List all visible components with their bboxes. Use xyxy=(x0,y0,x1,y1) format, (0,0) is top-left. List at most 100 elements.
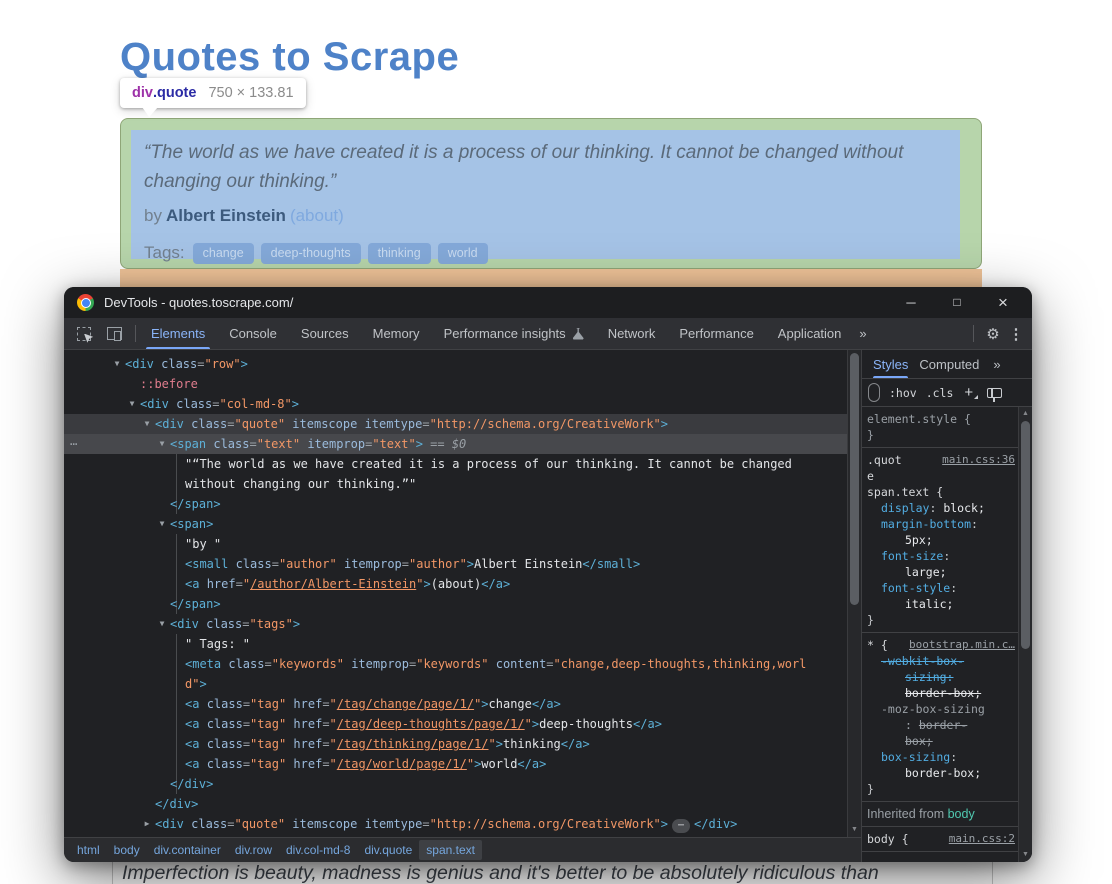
style-line[interactable]: } xyxy=(862,612,1018,628)
dom-tree-row[interactable]: ▼<div class="col-md-8"> xyxy=(64,394,847,414)
devtools-titlebar[interactable]: DevTools - quotes.toscrape.com/ ─ □ × xyxy=(64,287,1032,318)
style-line[interactable]: margin-bottom: xyxy=(862,516,1018,532)
style-line[interactable]: border-box; xyxy=(862,685,1018,701)
style-line[interactable]: e xyxy=(862,468,1018,484)
scroll-up-icon[interactable]: ▲ xyxy=(1019,409,1032,419)
toggle-element-state-button[interactable]: :hov xyxy=(889,386,917,400)
tag-pill-thinking[interactable]: thinking xyxy=(368,243,431,264)
style-line[interactable]: display: block; xyxy=(862,500,1018,516)
dom-tree-row[interactable]: ▼<div class="tags"> xyxy=(64,614,847,634)
sidebar-tab-computed[interactable]: Computed xyxy=(919,350,979,378)
style-line[interactable]: 5px; xyxy=(862,532,1018,548)
elements-scrollbar[interactable]: ▼ xyxy=(847,350,861,837)
style-line[interactable]: } xyxy=(862,427,1018,443)
close-button[interactable]: × xyxy=(980,287,1026,318)
style-line[interactable]: font-style: xyxy=(862,580,1018,596)
collapsed-children-pill[interactable]: ⋯ xyxy=(672,819,690,833)
maximize-button[interactable]: □ xyxy=(934,287,980,318)
dom-tree-row[interactable]: <small class="author" itemprop="author">… xyxy=(64,554,847,574)
breadcrumb-div-row[interactable]: div.row xyxy=(228,840,279,860)
dom-tree-row[interactable]: <a class="tag" href="/tag/thinking/page/… xyxy=(64,734,847,754)
style-line[interactable]: span.text { xyxy=(862,484,1018,500)
expand-arrow-open-icon[interactable]: ▼ xyxy=(156,434,168,454)
breadcrumb-span-text[interactable]: span.text xyxy=(419,840,482,860)
expand-arrow-closed-icon[interactable]: ▶ xyxy=(141,814,153,834)
expand-arrow-open-icon[interactable]: ▼ xyxy=(111,354,123,374)
inspect-element-icon[interactable] xyxy=(77,327,91,341)
new-style-rule-button[interactable]: + xyxy=(964,384,973,401)
quote-author[interactable]: Albert Einstein xyxy=(166,206,286,225)
breadcrumb-html[interactable]: html xyxy=(70,840,107,860)
style-line[interactable]: box-sizing: xyxy=(862,749,1018,765)
tab-application[interactable]: Application xyxy=(766,318,854,349)
dom-tree-row[interactable]: </div> xyxy=(64,794,847,814)
stylesheet-source-link[interactable]: main.css:2 xyxy=(949,831,1015,847)
expand-arrow-open-icon[interactable]: ▼ xyxy=(141,414,153,434)
dom-tree-row[interactable]: "by " xyxy=(64,534,847,554)
tab-network[interactable]: Network xyxy=(596,318,668,349)
breadcrumb-body[interactable]: body xyxy=(107,840,147,860)
style-line[interactable]: } xyxy=(862,781,1018,797)
dom-tree-row[interactable]: without changing our thinking.”" xyxy=(64,474,847,494)
dom-tree-row[interactable]: ▼<span> xyxy=(64,514,847,534)
style-line[interactable]: box; xyxy=(862,733,1018,749)
styles-scrollbar[interactable]: ▲ ▼ xyxy=(1018,407,1032,862)
stylesheet-source-link[interactable]: main.css:36 xyxy=(942,452,1015,468)
tab-console[interactable]: Console xyxy=(217,318,289,349)
style-line[interactable]: Inherited from body xyxy=(862,806,1018,822)
dom-tree-row[interactable]: d"> xyxy=(64,674,847,694)
tag-pill-change[interactable]: change xyxy=(193,243,254,264)
scrollbar-thumb[interactable] xyxy=(1021,421,1030,649)
dom-tree-row[interactable]: </span> xyxy=(64,494,847,514)
sidebar-more-tabs-icon[interactable]: » xyxy=(993,357,999,372)
expand-arrow-open-icon[interactable]: ▼ xyxy=(156,614,168,634)
expand-arrow-open-icon[interactable]: ▼ xyxy=(156,514,168,534)
device-toolbar-icon[interactable] xyxy=(107,327,122,340)
scroll-down-icon[interactable]: ▼ xyxy=(848,825,861,835)
dom-tree-row[interactable]: <a class="tag" href="/tag/world/page/1/"… xyxy=(64,754,847,774)
style-line[interactable]: : border- xyxy=(862,717,1018,733)
dom-tree-row[interactable]: ▼⋯<span class="text" itemprop="text"> ==… xyxy=(64,434,847,454)
minimize-button[interactable]: ─ xyxy=(888,287,934,318)
dom-tree-row[interactable]: ▶<div class="quote" itemscope itemtype="… xyxy=(64,814,847,834)
tab-performance[interactable]: Performance xyxy=(667,318,765,349)
style-line[interactable]: sizing: xyxy=(862,669,1018,685)
breadcrumb-div-container[interactable]: div.container xyxy=(147,840,228,860)
scrollbar-thumb[interactable] xyxy=(850,353,859,605)
row-ellipsis-gutter-icon[interactable]: ⋯ xyxy=(70,434,78,454)
dom-tree-row[interactable]: " Tags: " xyxy=(64,634,847,654)
tag-pill-world[interactable]: world xyxy=(438,243,488,264)
kebab-menu-icon[interactable]: ⋮ xyxy=(1008,325,1024,343)
dom-tree-row[interactable]: </div> xyxy=(64,774,847,794)
breadcrumb-div-col-md-8[interactable]: div.col-md-8 xyxy=(279,840,357,860)
tab-elements[interactable]: Elements xyxy=(139,318,217,349)
paint-roller-icon[interactable] xyxy=(987,388,1002,398)
dom-tree-row[interactable]: "“The world as we have created it is a p… xyxy=(64,454,847,474)
style-line[interactable]: border-box; xyxy=(862,765,1018,781)
stylesheet-source-link[interactable]: bootstrap.min.c… xyxy=(909,637,1015,653)
dom-tree-row[interactable]: <a class="tag" href="/tag/deep-thoughts/… xyxy=(64,714,847,734)
dom-tree-row[interactable]: ▼<div class="row"> xyxy=(64,354,847,374)
styles-filter-input[interactable] xyxy=(868,383,880,402)
tab-memory[interactable]: Memory xyxy=(361,318,432,349)
breadcrumb-div-quote[interactable]: div.quote xyxy=(357,840,419,860)
style-line[interactable]: -webkit-box- xyxy=(862,653,1018,669)
tab-performance-insights[interactable]: Performance insights xyxy=(432,318,596,349)
element-classes-button[interactable]: .cls xyxy=(926,386,954,400)
about-link[interactable]: (about) xyxy=(290,206,344,225)
expand-arrow-open-icon[interactable]: ▼ xyxy=(126,394,138,414)
tab-sources[interactable]: Sources xyxy=(289,318,361,349)
style-line[interactable]: -moz-box-sizing xyxy=(862,701,1018,717)
sidebar-tab-styles[interactable]: Styles xyxy=(873,350,908,378)
style-line[interactable]: italic; xyxy=(862,596,1018,612)
dom-tree-row[interactable]: <a href="/author/Albert-Einstein">(about… xyxy=(64,574,847,594)
scroll-down-icon[interactable]: ▼ xyxy=(1019,850,1032,860)
page-title[interactable]: Quotes to Scrape xyxy=(120,35,459,80)
dom-tree-row[interactable]: </span> xyxy=(64,594,847,614)
dom-tree-row[interactable]: ▶<div class="quote" itemscope itemtype="… xyxy=(64,834,847,837)
style-line[interactable]: large; xyxy=(862,564,1018,580)
dom-tree-row[interactable]: ::before xyxy=(64,374,847,394)
more-tabs-icon[interactable]: » xyxy=(859,326,865,341)
style-line[interactable]: font-size: xyxy=(862,548,1018,564)
gear-icon[interactable]: ⚙ xyxy=(982,325,1004,343)
